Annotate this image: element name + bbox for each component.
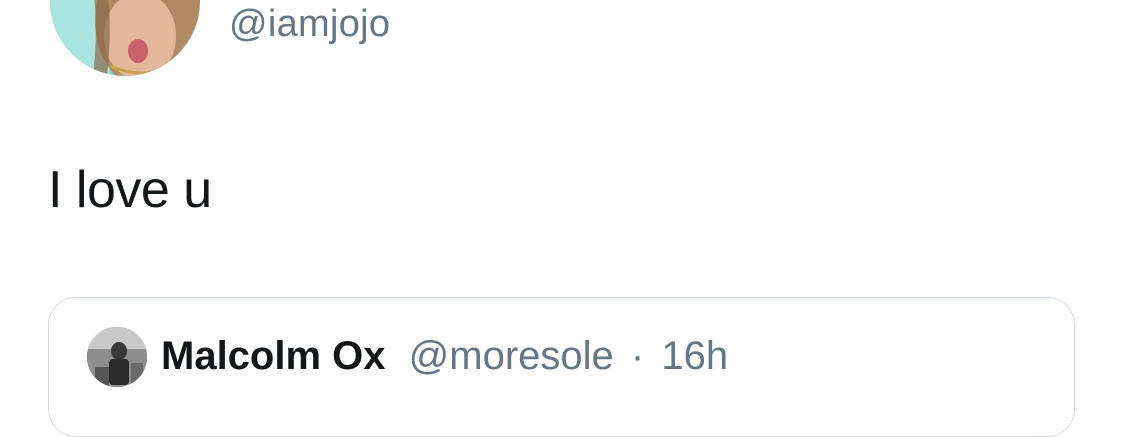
quoted-avatar-photo bbox=[87, 327, 147, 387]
author-avatar[interactable] bbox=[50, 0, 200, 76]
quoted-timestamp[interactable]: 16h bbox=[661, 334, 728, 378]
author-avatar-photo bbox=[50, 0, 200, 76]
tweet-text: I love u bbox=[48, 161, 212, 219]
author-handle[interactable]: @iamjojo bbox=[229, 0, 390, 48]
quoted-tweet-card[interactable]: Malcolm Ox @moresole · 16h bbox=[48, 297, 1075, 437]
quoted-tweet-header: Malcolm Ox @moresole · 16h bbox=[161, 332, 728, 380]
quoted-author-avatar[interactable] bbox=[87, 327, 147, 387]
quoted-author-name[interactable]: Malcolm Ox bbox=[161, 334, 386, 378]
quoted-separator: · bbox=[630, 334, 645, 378]
quoted-author-handle[interactable]: @moresole bbox=[409, 334, 614, 378]
